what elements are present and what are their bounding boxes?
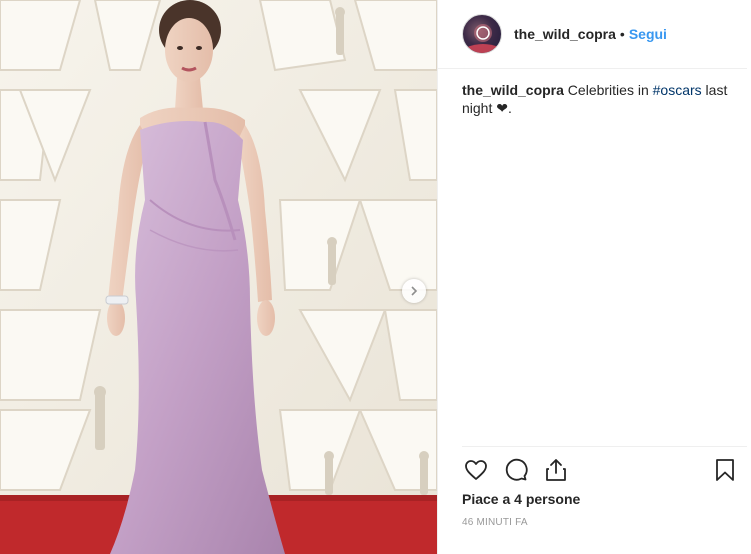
likes-count[interactable]: Piace a 4 persone — [462, 491, 580, 507]
caption-heart-emoji: ❤ — [496, 100, 508, 116]
post-timestamp[interactable]: 46 MINUTI FA — [462, 517, 528, 528]
post-header: the_wild_copra • Segui — [438, 0, 747, 69]
post-actions — [462, 456, 739, 484]
share-icon — [546, 459, 566, 481]
post-side-panel: the_wild_copra • Segui the_wild_copra Ce… — [437, 0, 751, 554]
caption-text-before: Celebrities in — [563, 82, 653, 98]
comment-icon — [505, 458, 528, 481]
comment-button[interactable] — [502, 456, 530, 484]
post-caption: the_wild_copra Celebrities in #oscars la… — [438, 69, 751, 117]
caption-end: . — [507, 100, 512, 116]
post-photo[interactable] — [0, 0, 437, 554]
heart-icon — [465, 460, 487, 480]
header-separator: • — [619, 26, 625, 42]
chevron-right-icon — [411, 286, 418, 296]
caption-username[interactable]: the_wild_copra — [462, 82, 564, 98]
header-username[interactable]: the_wild_copra — [514, 26, 616, 42]
save-button[interactable] — [711, 456, 739, 484]
like-button[interactable] — [462, 456, 490, 484]
avatar[interactable] — [462, 14, 502, 54]
actions-divider — [462, 446, 747, 447]
photo-image — [0, 0, 437, 554]
next-photo-button[interactable] — [402, 279, 426, 303]
avatar-image-icon — [467, 24, 499, 53]
follow-button[interactable]: Segui — [629, 26, 667, 42]
caption-hashtag-link[interactable]: #oscars — [653, 82, 702, 98]
share-button[interactable] — [542, 456, 570, 484]
bookmark-icon — [716, 459, 734, 481]
